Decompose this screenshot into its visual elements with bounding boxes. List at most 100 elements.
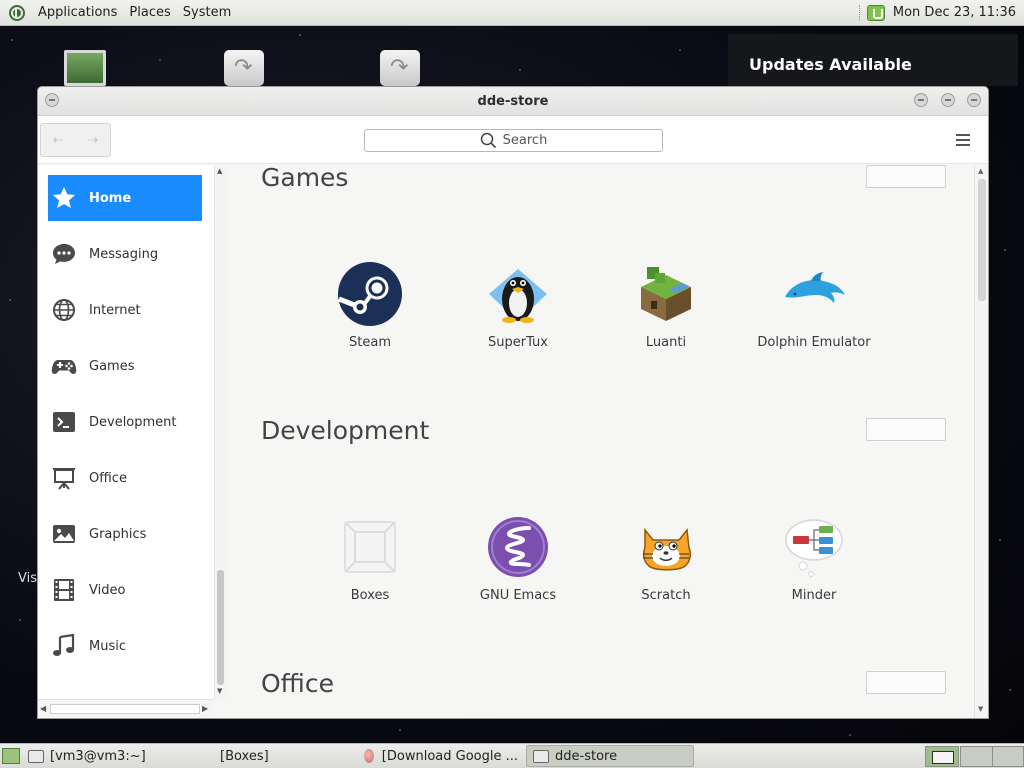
sidebar-item-office[interactable]: Office — [48, 455, 202, 501]
scroll-up-arrow-icon[interactable]: ▲ — [978, 167, 983, 175]
window-menu-button[interactable] — [45, 93, 59, 107]
main-content: Games Steam SuperTux Luanti Dolphin Emul… — [228, 165, 974, 718]
app-tile[interactable]: Minder — [744, 514, 884, 603]
view-more-button[interactable] — [866, 418, 946, 441]
sidebar-item-music[interactable]: Music — [48, 623, 202, 669]
taskbar-item-label: dde-store — [555, 748, 618, 764]
dde-store-window: dde-store ⇠ ⇢ Search Home Messaging Inte… — [37, 86, 989, 719]
sidebar-scrollbar[interactable]: ▲ ▼ — [214, 165, 226, 699]
scratch-cat-icon — [633, 514, 699, 580]
applications-menu[interactable]: Applications — [32, 5, 123, 20]
document-desktop-icon[interactable] — [224, 50, 264, 86]
computer-desktop-icon[interactable] — [64, 50, 106, 86]
search-icon — [480, 132, 496, 149]
app-name: Scratch — [641, 588, 691, 603]
section-title-office: Office — [261, 669, 334, 698]
workspace-3[interactable] — [992, 746, 1024, 767]
app-tile[interactable]: GNU Emacs — [448, 514, 588, 603]
view-more-button[interactable] — [866, 165, 946, 188]
desktop-icon-label: Vis — [18, 571, 37, 586]
emacs-icon — [485, 514, 551, 580]
sidebar-item-label: Music — [89, 638, 126, 654]
top-panel: Applications Places System Mon Dec 23, 1… — [0, 0, 1024, 26]
app-name: Luanti — [645, 335, 687, 350]
back-arrow-icon: ⇠ — [52, 132, 64, 148]
app-tile[interactable]: SuperTux — [448, 261, 588, 350]
horizontal-scroll-thumb[interactable] — [50, 704, 200, 714]
taskbar-item-label: [vm3@vm3:~] — [50, 748, 146, 764]
music-note-icon — [51, 633, 77, 659]
clock[interactable]: Mon Dec 23, 11:36 — [893, 5, 1016, 20]
taskbar-item-terminal[interactable]: [vm3@vm3:~] — [22, 745, 212, 767]
section-title-games: Games — [261, 165, 349, 192]
taskbar-item-boxes[interactable]: [Boxes] — [214, 745, 356, 767]
main-scrollbar[interactable]: ▲ ▼ — [974, 165, 988, 718]
workspace-1[interactable] — [925, 746, 959, 767]
system-menu[interactable]: System — [177, 5, 237, 20]
app-tile[interactable]: Steam — [300, 261, 440, 350]
search-input[interactable]: Search — [364, 129, 663, 152]
sidebar-item-label: Office — [89, 470, 127, 486]
chat-icon — [51, 241, 77, 267]
scroll-down-arrow-icon[interactable]: ▼ — [217, 687, 222, 695]
sidebar-horizontal-scrollbar[interactable]: ◀ ▶ — [38, 699, 214, 718]
titlebar[interactable]: dde-store — [38, 87, 988, 116]
minder-icon — [781, 514, 847, 580]
window-icon — [533, 749, 549, 763]
app-tile[interactable]: Dolphin Emulator — [744, 261, 884, 350]
app-tile[interactable]: Boxes — [300, 514, 440, 603]
scroll-down-arrow-icon[interactable]: ▼ — [978, 705, 983, 713]
sidebar-item-video[interactable]: Video — [48, 567, 202, 613]
panel-separator — [858, 4, 861, 21]
updates-notification[interactable]: Updates Available — [728, 34, 1018, 86]
hamburger-menu-icon[interactable] — [956, 134, 970, 146]
taskbar-item-browser[interactable]: [Download Google ... — [358, 745, 524, 767]
sidebar-item-internet[interactable]: Internet — [48, 287, 202, 333]
back-button[interactable]: ⇠ — [41, 124, 76, 156]
app-name: GNU Emacs — [479, 588, 557, 603]
places-menu[interactable]: Places — [123, 5, 176, 20]
forward-arrow-icon: ⇢ — [87, 132, 99, 148]
scroll-right-arrow-icon[interactable]: ▶ — [202, 704, 208, 713]
show-desktop-icon[interactable] — [2, 748, 20, 764]
toolbar: ⇠ ⇢ Search — [38, 116, 988, 164]
distro-logo-icon[interactable] — [8, 4, 26, 22]
close-button[interactable] — [967, 93, 981, 107]
app-name: Dolphin Emulator — [757, 335, 871, 350]
bottom-taskbar: [vm3@vm3:~] [Boxes] [Download Google ...… — [0, 743, 1024, 768]
scroll-left-arrow-icon[interactable]: ◀ — [40, 704, 46, 713]
app-tile[interactable]: Scratch — [596, 514, 736, 603]
scroll-up-arrow-icon[interactable]: ▲ — [217, 167, 222, 175]
forward-button[interactable]: ⇢ — [76, 124, 111, 156]
maximize-button[interactable] — [941, 93, 955, 107]
view-more-button[interactable] — [866, 671, 946, 694]
sidebar-item-graphics[interactable]: Graphics — [48, 511, 202, 557]
sidebar-item-label: Video — [89, 582, 126, 598]
presentation-icon — [51, 465, 77, 491]
sidebar-item-label: Games — [89, 358, 135, 374]
terminal-icon — [51, 409, 77, 435]
minimize-button[interactable] — [914, 93, 928, 107]
sidebar-item-label: Messaging — [89, 246, 159, 262]
film-icon — [51, 577, 77, 603]
dolphin-icon — [781, 261, 847, 327]
update-tray-icon[interactable] — [866, 4, 885, 21]
sidebar-item-label: Internet — [89, 302, 141, 318]
main-scroll-thumb[interactable] — [978, 179, 986, 301]
sidebar-scroll-thumb[interactable] — [217, 570, 224, 685]
sidebar-item-games[interactable]: Games — [48, 343, 202, 389]
search-placeholder: Search — [502, 133, 548, 148]
luanti-icon — [633, 261, 699, 327]
document-desktop-icon[interactable] — [380, 50, 420, 86]
navigation-buttons: ⇠ ⇢ — [40, 123, 111, 157]
app-tile[interactable]: Luanti — [596, 261, 736, 350]
taskbar-item-dde-store[interactable]: dde-store — [526, 745, 694, 767]
workspace-2[interactable] — [960, 746, 994, 767]
sidebar-item-development[interactable]: Development — [48, 399, 202, 445]
sidebar-item-home[interactable]: Home — [48, 175, 202, 221]
browser-icon — [364, 749, 374, 763]
sidebar-item-label: Home — [89, 190, 132, 206]
supertux-penguin-icon — [485, 261, 551, 327]
sidebar-item-messaging[interactable]: Messaging — [48, 231, 202, 277]
gamepad-icon — [51, 353, 77, 379]
